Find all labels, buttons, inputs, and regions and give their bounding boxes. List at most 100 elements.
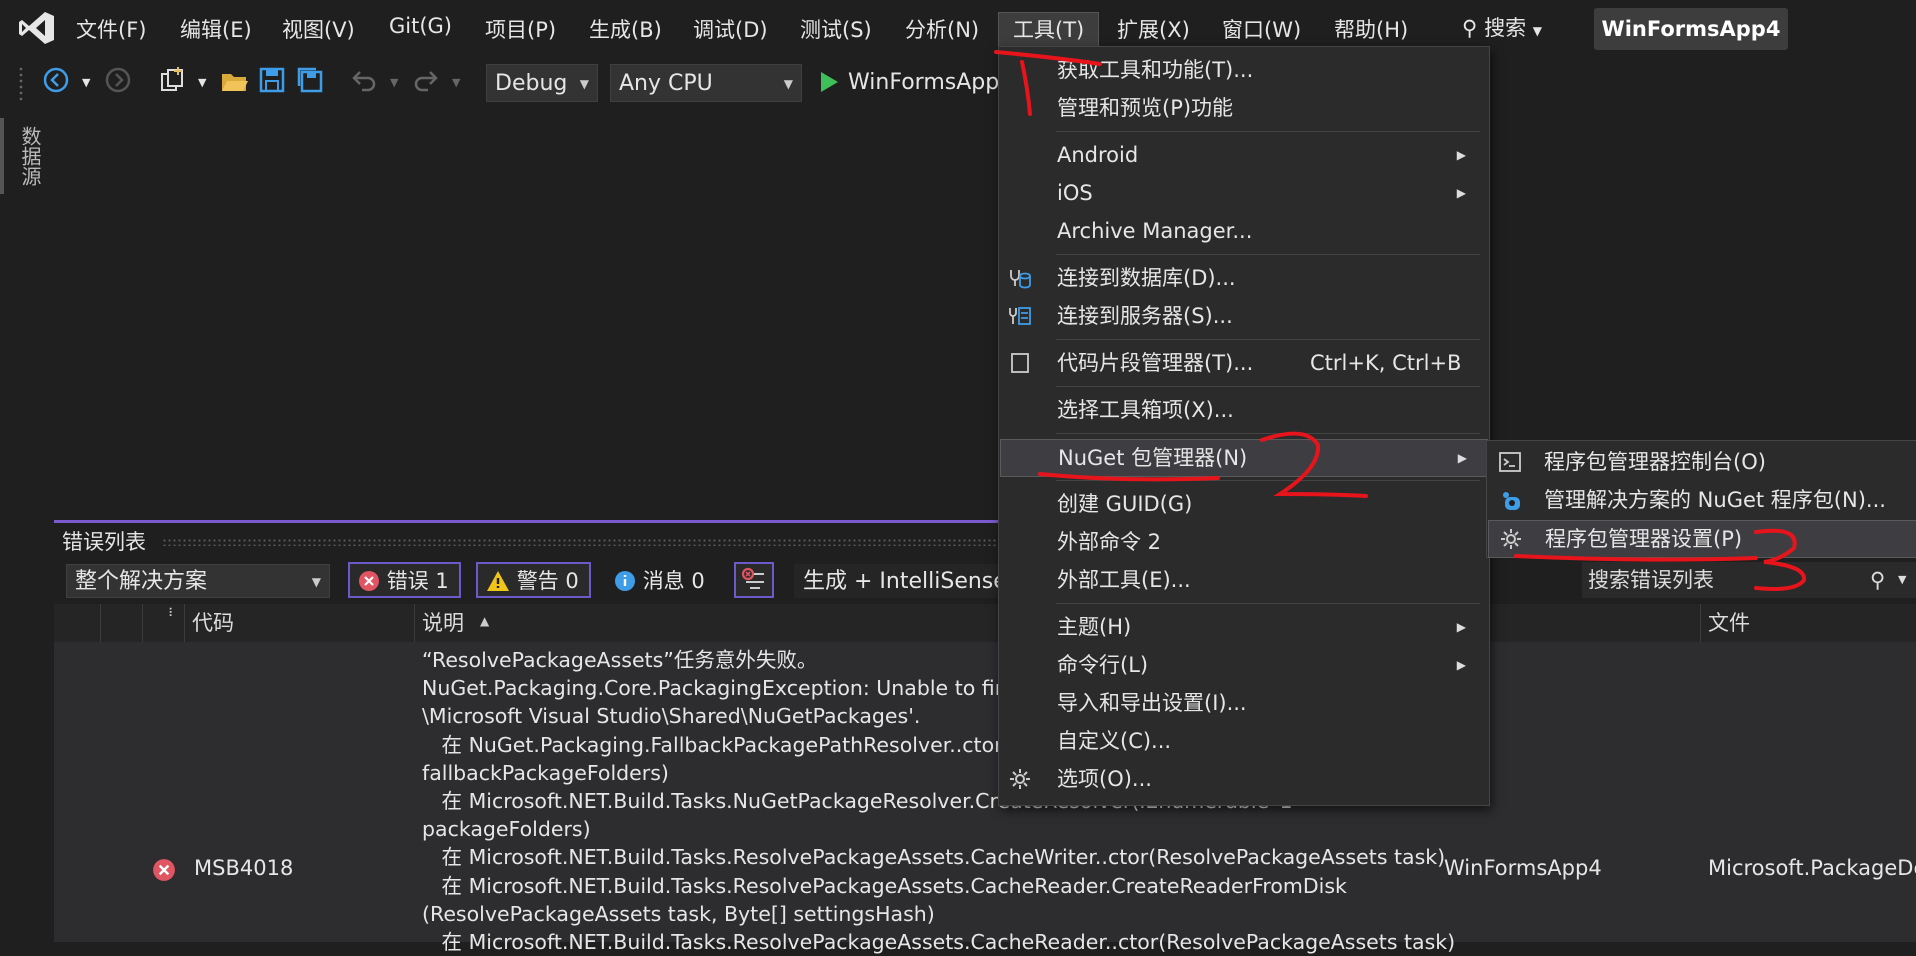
toolbar-grip[interactable] bbox=[18, 66, 24, 102]
menu-item-label: 获取工具和功能(T)... bbox=[1057, 58, 1254, 82]
snippet-icon bbox=[1011, 353, 1029, 373]
error-icon bbox=[153, 859, 175, 881]
menu-edit[interactable]: 编辑(E) bbox=[180, 14, 252, 44]
submenu-item-manage-nuget-packages[interactable]: 管理解决方案的 NuGet 程序包(N)... bbox=[1488, 482, 1916, 518]
forward-icon[interactable] bbox=[104, 66, 132, 94]
warnings-count-label: 警告 0 bbox=[516, 569, 579, 593]
start-debugging-button[interactable]: WinFormsApp4 bbox=[848, 70, 1013, 95]
search-box[interactable]: ⚲ 搜索 ▼ bbox=[1462, 12, 1542, 42]
submenu-arrow-icon: ▶ bbox=[1456, 148, 1466, 162]
error-list-search-input[interactable]: 搜索错误列表 ⚲ ▼ bbox=[1582, 562, 1916, 598]
build-intellisense-select[interactable]: 生成 + IntelliSense bbox=[794, 564, 1014, 598]
column-divider bbox=[142, 604, 143, 642]
menu-extensions[interactable]: 扩展(X) bbox=[1117, 14, 1190, 44]
filter-options-button[interactable] bbox=[734, 562, 774, 598]
menu-item-choose-toolbox-items[interactable]: 选择工具箱项(X)... bbox=[1000, 392, 1486, 428]
visual-studio-logo[interactable] bbox=[18, 10, 56, 46]
menu-item-label: 创建 GUID(G) bbox=[1057, 492, 1193, 516]
menu-item-label: 外部工具(E)... bbox=[1057, 568, 1191, 592]
column-filter-icon[interactable]: ⠇ bbox=[168, 606, 177, 620]
redo-icon[interactable] bbox=[412, 66, 440, 94]
menu-tools[interactable]: 工具(T) bbox=[998, 12, 1100, 48]
menu-item-nuget-package-manager[interactable]: NuGet 包管理器(N) ▶ bbox=[1000, 439, 1488, 477]
menu-item-options[interactable]: 选项(O)... bbox=[1000, 761, 1486, 797]
menu-build[interactable]: 生成(B) bbox=[589, 14, 662, 44]
menu-item-label: iOS bbox=[1057, 181, 1093, 205]
database-connect-icon bbox=[1010, 270, 1031, 289]
menu-item-get-tools[interactable]: 获取工具和功能(T)... bbox=[1000, 52, 1486, 88]
messages-count-label: 消息 0 bbox=[642, 569, 705, 593]
submenu-arrow-icon: ▶ bbox=[1456, 620, 1466, 634]
menu-item-label: 命令行(L) bbox=[1057, 653, 1149, 677]
errors-count-label: 错误 1 bbox=[386, 569, 449, 593]
warnings-filter-button[interactable]: 警告 0 bbox=[476, 562, 591, 598]
submenu-item-package-manager-settings[interactable]: 程序包管理器设置(P) bbox=[1488, 520, 1916, 558]
menu-item-label: 管理解决方案的 NuGet 程序包(N)... bbox=[1544, 488, 1886, 512]
menu-item-manage-preview[interactable]: 管理和预览(P)功能 bbox=[1000, 90, 1486, 126]
messages-filter-button[interactable]: 消息 0 bbox=[604, 562, 717, 598]
gear-icon bbox=[1010, 769, 1030, 789]
menu-item-create-guid[interactable]: 创建 GUID(G) bbox=[1000, 486, 1486, 522]
menu-item-label: Android bbox=[1057, 143, 1139, 167]
menu-item-ios[interactable]: iOS ▶ bbox=[1000, 175, 1486, 211]
save-icon[interactable] bbox=[258, 66, 286, 94]
errors-filter-button[interactable]: 错误 1 bbox=[348, 562, 461, 598]
menu-item-import-export-settings[interactable]: 导入和导出设置(I)... bbox=[1000, 685, 1486, 721]
menu-window[interactable]: 窗口(W) bbox=[1222, 14, 1301, 44]
menu-view[interactable]: 视图(V) bbox=[282, 14, 355, 44]
side-tab-label: 数据源 bbox=[18, 126, 42, 186]
save-all-icon[interactable] bbox=[296, 66, 324, 94]
menu-separator bbox=[1056, 339, 1480, 340]
search-icon: ⚲ bbox=[1870, 568, 1886, 592]
configuration-select[interactable]: Debug ▼ bbox=[486, 64, 598, 102]
menu-item-label: 连接到数据库(D)... bbox=[1057, 266, 1236, 290]
menu-item-external-command-2[interactable]: 外部命令 2 bbox=[1000, 524, 1486, 560]
configuration-value: Debug bbox=[495, 71, 568, 96]
menu-item-external-tools[interactable]: 外部工具(E)... bbox=[1000, 562, 1486, 598]
menu-test[interactable]: 测试(S) bbox=[800, 14, 872, 44]
nuget-icon bbox=[1503, 492, 1520, 510]
menu-item-android[interactable]: Android ▶ bbox=[1000, 137, 1486, 173]
search-label: 搜索 bbox=[1484, 16, 1527, 40]
menu-item-connect-server[interactable]: 连接到服务器(S)... bbox=[1000, 298, 1486, 334]
menu-help[interactable]: 帮助(H) bbox=[1334, 14, 1408, 44]
error-list-title: 错误列表 bbox=[62, 530, 146, 554]
sort-ascending-icon: ▲ bbox=[480, 614, 490, 628]
start-debugging-icon[interactable] bbox=[818, 70, 840, 94]
submenu-item-package-manager-console[interactable]: 程序包管理器控制台(O) bbox=[1488, 444, 1916, 480]
chevron-down-icon[interactable]: ▼ bbox=[452, 76, 460, 89]
chevron-down-icon[interactable]: ▼ bbox=[390, 76, 398, 89]
side-tab-data-sources[interactable]: 数据源 bbox=[0, 118, 44, 194]
filter-icon bbox=[741, 567, 764, 589]
undo-icon[interactable] bbox=[350, 66, 378, 94]
menu-item-label: 管理和预览(P)功能 bbox=[1057, 96, 1234, 120]
panel-title-grip[interactable] bbox=[162, 538, 1002, 546]
scope-value: 整个解决方案 bbox=[75, 569, 208, 594]
chevron-down-icon: ▼ bbox=[579, 77, 589, 91]
column-header-description[interactable]: 说明 bbox=[422, 606, 464, 640]
new-project-icon[interactable] bbox=[158, 66, 188, 96]
menu-project[interactable]: 项目(P) bbox=[485, 14, 556, 44]
menu-item-command-line[interactable]: 命令行(L) ▶ bbox=[1000, 647, 1486, 683]
column-header-code[interactable]: 代码 bbox=[192, 606, 234, 640]
chevron-down-icon[interactable]: ▼ bbox=[82, 76, 90, 89]
menu-separator bbox=[1056, 603, 1480, 604]
menu-item-archive-manager[interactable]: Archive Manager... bbox=[1000, 213, 1486, 249]
menu-item-connect-database[interactable]: 连接到数据库(D)... bbox=[1000, 260, 1486, 296]
open-folder-icon[interactable] bbox=[220, 66, 250, 96]
menu-item-theme[interactable]: 主题(H) ▶ bbox=[1000, 609, 1486, 645]
menu-item-snippet-manager[interactable]: 代码片段管理器(T)... Ctrl+K, Ctrl+B bbox=[1000, 345, 1486, 381]
back-icon[interactable] bbox=[42, 66, 70, 94]
menu-file[interactable]: 文件(F) bbox=[76, 14, 146, 44]
menu-debug[interactable]: 调试(D) bbox=[693, 14, 768, 44]
menu-git[interactable]: Git(G) bbox=[389, 14, 452, 38]
menu-item-label: 自定义(C)... bbox=[1057, 729, 1172, 753]
column-divider bbox=[1700, 604, 1701, 642]
menu-item-customize[interactable]: 自定义(C)... bbox=[1000, 723, 1486, 759]
menu-separator bbox=[1056, 433, 1480, 434]
scope-select[interactable]: 整个解决方案 ▼ bbox=[66, 564, 330, 598]
menu-analyze[interactable]: 分析(N) bbox=[905, 14, 979, 44]
platform-select[interactable]: Any CPU ▼ bbox=[610, 64, 802, 102]
column-header-file[interactable]: 文件 bbox=[1708, 606, 1750, 640]
chevron-down-icon[interactable]: ▼ bbox=[198, 76, 206, 89]
